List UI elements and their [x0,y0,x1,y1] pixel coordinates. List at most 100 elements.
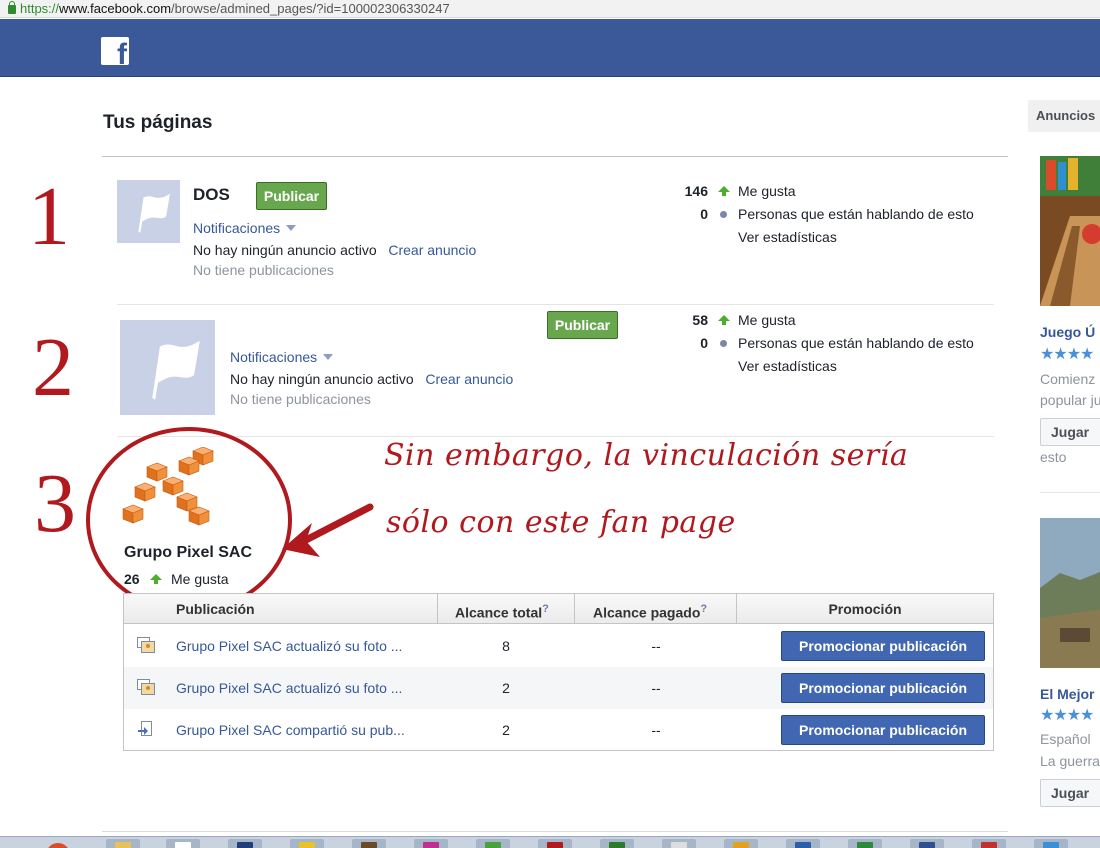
total-reach-value: 8 [502,638,510,654]
taskbar-app[interactable] [476,839,510,848]
ad-title[interactable]: El Mejor [1040,686,1094,702]
arrow-up-icon [718,186,730,196]
promote-post-button[interactable]: Promocionar publicación [781,715,985,745]
posts-table: Publicación Alcance total? Alcance pagad… [123,593,994,751]
ad-image-game-2[interactable] [1040,518,1100,668]
page-name[interactable]: DOS [193,185,230,205]
taskbar-app[interactable] [724,839,758,848]
post-link[interactable]: Grupo Pixel SAC actualizó su foto ... [176,680,431,696]
taskbar-app[interactable] [600,839,634,848]
ad-text: Comienz [1040,371,1096,387]
ads-status: No hay ningún anuncio activo Crear anunc… [230,371,514,387]
taskbar-app[interactable] [786,839,820,848]
ads-sidebar: Anuncios Juego Ú ★★★★ Comienz popular ju… [1028,100,1100,848]
annotation-arrow-icon [282,503,374,557]
posts-status: No tiene publicaciones [193,262,334,278]
header-total-reach: Alcance total? [455,603,549,621]
photo-icon [137,637,155,653]
chevron-down-icon [286,225,297,231]
annotation-number-2: 2 [32,321,74,414]
ad-image-game-1[interactable] [1040,156,1100,306]
promote-post-button[interactable]: Promocionar publicación [781,631,985,661]
help-icon: ? [700,603,708,615]
taskbar-app[interactable] [972,839,1006,848]
create-ad-link[interactable]: Crear anuncio [388,242,476,258]
taskbar-app[interactable] [662,839,696,848]
paid-reach-value: -- [651,722,661,738]
ad-text: Español [1040,731,1091,747]
ad-title[interactable]: Juego Ú [1040,324,1095,340]
page-thumbnail-flag-icon[interactable] [120,320,215,415]
header-promotion: Promoción [828,601,902,617]
title-divider [102,156,1008,157]
ad-text: La guerra [1040,753,1100,769]
total-reach-value: 2 [502,722,510,738]
table-row: Grupo Pixel SAC actualizó su foto ... 2 … [124,667,993,709]
likes-stat: 58 Me gusta [692,312,796,328]
taskbar-app[interactable] [228,839,262,848]
promote-post-button[interactable]: Promocionar publicación [781,673,985,703]
taskbar-app[interactable] [910,839,944,848]
star-rating-icon: ★★★★ [1040,346,1094,363]
taskbar-app[interactable] [538,839,572,848]
ads-status: No hay ningún anuncio activo Crear anunc… [193,242,477,258]
chevron-down-icon [323,354,334,360]
taskbar-app[interactable] [1034,839,1068,848]
publish-button[interactable]: Publicar [547,311,618,339]
create-ad-link[interactable]: Crear anuncio [425,371,513,387]
table-row: Grupo Pixel SAC compartió su pub... 2 --… [124,709,993,751]
talking-stat: 0 Personas que están hablando de esto [700,206,974,222]
annotation-text-line-2: sólo con este fan page [386,505,736,540]
url-scheme: https:// [20,1,60,16]
play-button[interactable]: Jugar [1040,418,1100,446]
post-link[interactable]: Grupo Pixel SAC actualizó su foto ... [176,638,431,654]
page-thumbnail-flag-icon[interactable] [117,180,180,243]
url-path: /browse/admined_pages/?id=10000230633024… [171,1,450,16]
table-row: Grupo Pixel SAC actualizó su foto ... 8 … [124,625,993,667]
annotation-number-1: 1 [28,170,70,263]
help-icon: ? [542,603,549,615]
publish-button[interactable]: Publicar [256,182,327,210]
ad-divider [1040,492,1100,493]
taskbar-app[interactable] [166,839,200,848]
os-taskbar [0,836,1100,848]
row-divider [117,436,994,437]
likes-stat: 146 Me gusta [684,183,796,199]
talking-stat: 0 Personas que están hablando de esto [700,335,974,351]
annotation-number-3: 3 [34,457,76,550]
url-host: www.facebook.com [59,1,172,16]
facebook-logo-icon[interactable]: f [101,37,129,65]
taskbar-app[interactable] [848,839,882,848]
start-button[interactable] [40,839,74,848]
page-title: Tus páginas [103,112,213,133]
posts-status: No tiene publicaciones [230,391,371,407]
ads-heading: Anuncios [1028,100,1100,132]
table-header: Publicación Alcance total? Alcance pagad… [124,594,993,624]
photo-icon [137,679,155,695]
view-stats-link[interactable]: Ver estadísticas [738,358,837,374]
bottom-divider [102,831,1008,832]
star-rating-icon: ★★★★ [1040,707,1094,724]
facebook-top-bar: f [0,19,1100,77]
annotation-circle [86,427,292,613]
share-icon [138,721,152,736]
play-button[interactable]: Jugar [1040,779,1100,807]
paid-reach-value: -- [651,680,661,696]
post-link[interactable]: Grupo Pixel SAC compartió su pub... [176,722,431,738]
arrow-up-icon [718,315,730,325]
total-reach-value: 2 [502,680,510,696]
paid-reach-value: -- [651,638,661,654]
taskbar-app[interactable] [106,839,140,848]
view-stats-link[interactable]: Ver estadísticas [738,229,837,245]
notifications-dropdown[interactable]: Notificaciones [230,349,334,365]
lock-icon [8,1,16,14]
header-paid-reach: Alcance pagado? [593,603,708,621]
notifications-dropdown[interactable]: Notificaciones [193,220,297,236]
row-divider [117,304,994,305]
address-bar[interactable]: https://www.facebook.com/browse/admined_… [0,0,1100,18]
taskbar-app[interactable] [414,839,448,848]
ad-footer-text: esto [1040,449,1067,465]
taskbar-app[interactable] [352,839,386,848]
ad-text: popular ju [1040,392,1100,408]
taskbar-app[interactable] [290,839,324,848]
